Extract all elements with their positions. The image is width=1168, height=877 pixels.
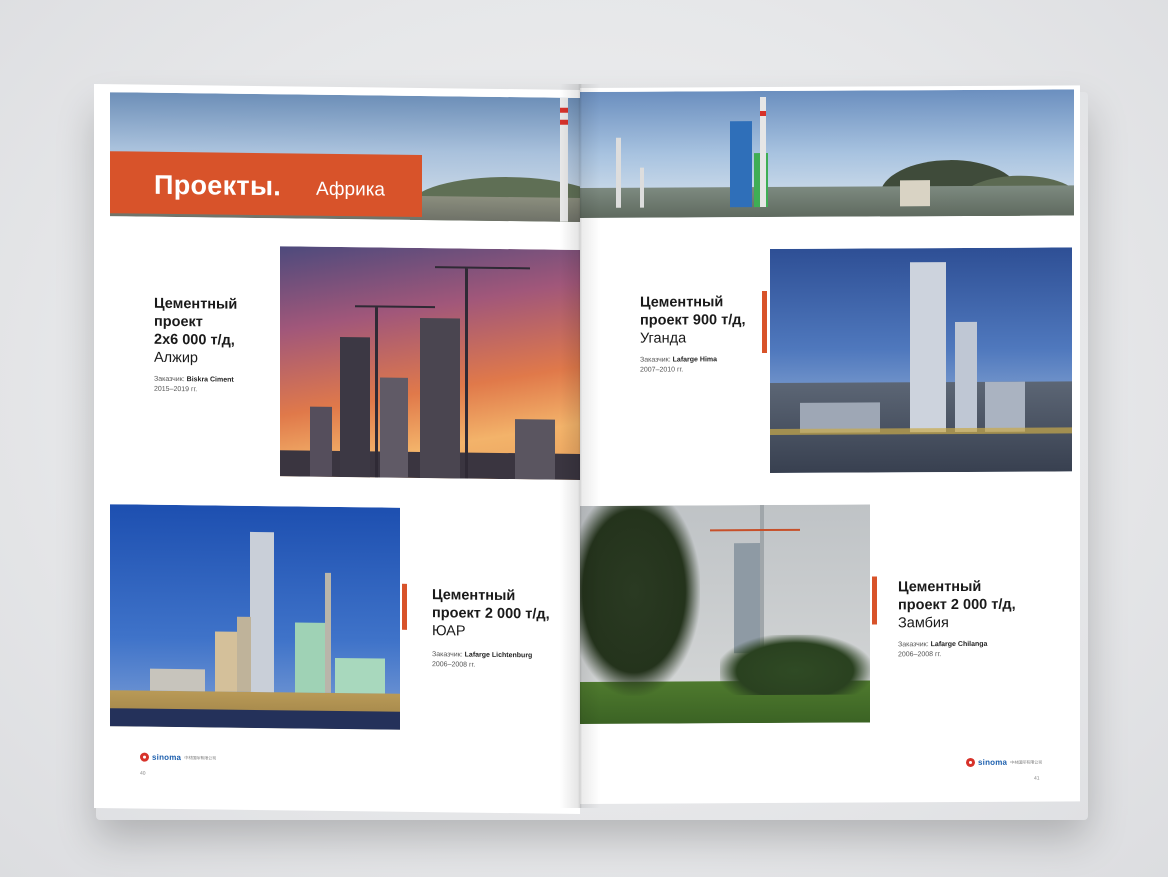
- project-3-meta: Заказчик: Lafarge Lichtenburg 2006–2008 …: [432, 651, 533, 669]
- project-4-title: Цементный проект 2 000 т/д, Замбия: [898, 578, 1016, 632]
- brand-mark-icon: [966, 757, 975, 767]
- section-title: Проекты.: [154, 169, 282, 202]
- brand-logo-right: sinoma 中材国际有限公司: [966, 758, 1042, 767]
- page-number-right: 41: [1034, 775, 1040, 782]
- left-page: Проекты. Африка Цементный проект 2x6 000…: [94, 84, 580, 814]
- project-1-meta: Заказчик: Biskra Ciment 2015–2019 гг.: [154, 375, 234, 394]
- project-4-meta: Заказчик: Lafarge Chilanga 2006–2008 гг.: [898, 640, 988, 659]
- page-number-left: 40: [140, 770, 146, 777]
- project-2-photo: [770, 247, 1072, 474]
- header-panorama-right: [580, 89, 1074, 219]
- section-banner: Проекты. Африка: [110, 151, 422, 218]
- brand-logo-left: sinoma 中材国际有限公司: [140, 752, 216, 763]
- section-subtitle: Африка: [316, 178, 385, 201]
- project-1-title: Цементный проект 2x6 000 т/д, Алжир: [154, 295, 238, 367]
- project-2-accent: [762, 291, 767, 354]
- project-2-title: Цементный проект 900 т/д, Уганда: [640, 294, 746, 347]
- project-3-title: Цементный проект 2 000 т/д, ЮАР: [432, 587, 550, 640]
- brand-mark-icon: [140, 752, 149, 762]
- project-4-accent: [872, 576, 877, 625]
- project-2-meta: Заказчик: Lafarge Hima 2007–2010 гг.: [640, 356, 718, 374]
- project-1-photo: [280, 246, 580, 480]
- right-page: Цементный проект 900 т/д, Уганда Заказчи…: [580, 85, 1080, 805]
- project-3-photo: [110, 504, 400, 730]
- project-4-photo: [580, 504, 870, 724]
- project-3-accent: [402, 583, 407, 630]
